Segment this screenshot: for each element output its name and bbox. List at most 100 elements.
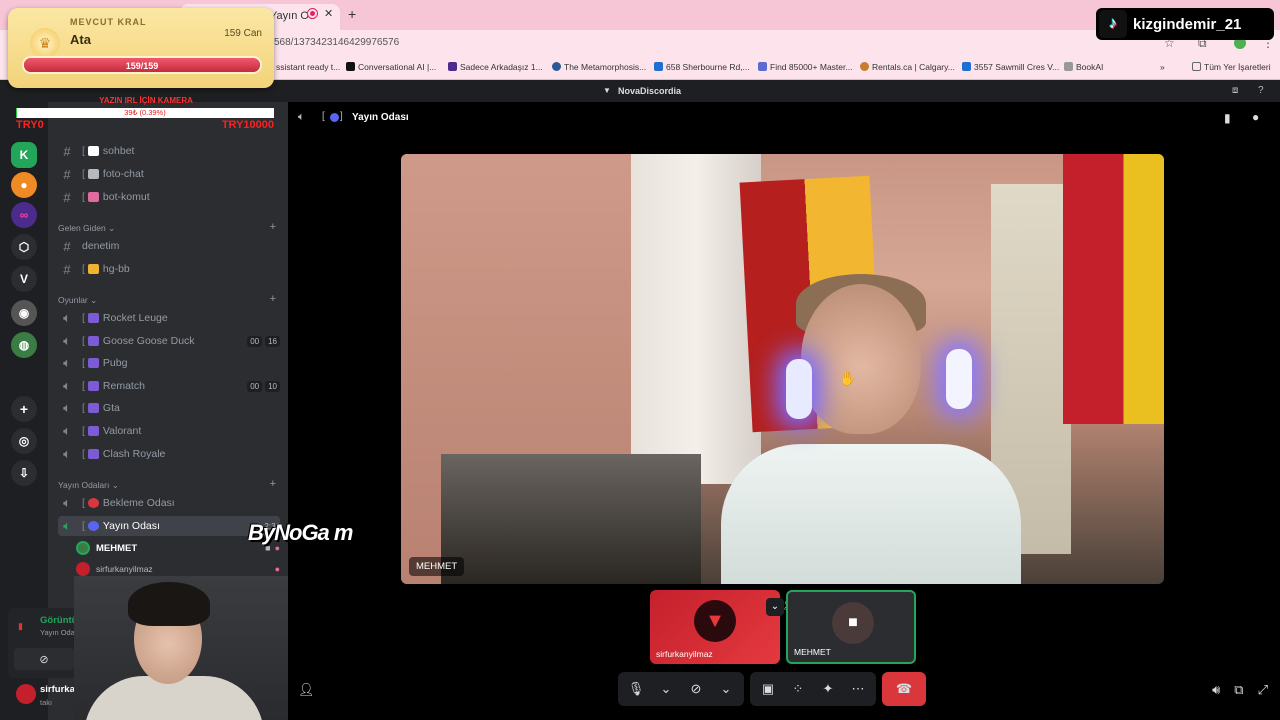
channel-bracket: ] xyxy=(340,111,343,122)
bookmark-item[interactable]: 3557 Sawmill Cres V... xyxy=(962,62,1059,72)
bookmark-item[interactable]: ssistant ready t... xyxy=(276,62,340,72)
camera-options-button[interactable]: ⌄ xyxy=(712,672,740,706)
new-tab-icon[interactable]: + xyxy=(348,6,356,22)
category-gelen-giden[interactable]: Gelen Giden ⌄ xyxy=(58,223,115,234)
gamepad-icon xyxy=(87,381,99,391)
channel-bot-komut[interactable]: #[bot-komut xyxy=(58,187,280,207)
avatar: ▼ xyxy=(694,600,736,642)
bookmark-item[interactable]: BookAI xyxy=(1064,62,1103,72)
inbox-icon[interactable]: ⧈ xyxy=(1232,85,1238,96)
channel-hg-bb[interactable]: #[hg-bb xyxy=(58,259,280,279)
voice-channel-valorant[interactable]: 🔈︎[Valorant xyxy=(58,421,280,441)
bookmark-item[interactable]: Find 85000+ Master... xyxy=(758,62,852,72)
image-icon xyxy=(87,169,99,179)
fullscreen-icon[interactable]: ⤢ xyxy=(1258,682,1268,698)
hash-icon: # xyxy=(63,143,71,159)
activity-control-group: ▣ ⁘ ✦ ⋯ xyxy=(750,672,876,706)
king-hp: 159 Can xyxy=(224,28,262,39)
gamepad-icon xyxy=(87,313,99,323)
url-text[interactable]: 568/1373423146429976576 xyxy=(274,37,399,48)
server-icon[interactable]: ◉ xyxy=(11,300,37,326)
signal-icon: ▮ xyxy=(18,621,23,631)
bookmark-item[interactable]: 658 Sherbourne Rd,... xyxy=(654,62,750,72)
explore-icon[interactable]: ◎ xyxy=(11,428,37,454)
bookmarks-overflow-icon[interactable]: » xyxy=(1160,62,1165,72)
donation-goal: YAZIN IRL İÇİN KAMERA 39₺ (0.39%) TRY0 T… xyxy=(16,96,276,136)
add-channel-icon[interactable]: + xyxy=(270,478,276,490)
server-icon[interactable]: ◍ xyxy=(11,332,37,358)
chevron-down-icon: ⌄ xyxy=(660,681,672,696)
mouse-cursor-icon: ✋ xyxy=(839,370,857,386)
close-tab-icon[interactable]: ✕ xyxy=(324,7,333,20)
speaker-icon: 🔈︎ xyxy=(63,495,71,510)
stage-right-controls: 🔊︎ ⧉ ⤢ xyxy=(1212,682,1268,698)
download-icon[interactable]: ⇩ xyxy=(11,460,37,486)
voice-channel-bekleme-odasi[interactable]: 🔈︎[Bekleme Odası xyxy=(58,493,280,513)
server-icon[interactable]: ● xyxy=(11,172,37,198)
popout-icon[interactable]: ⧉ xyxy=(1234,682,1243,698)
video-person xyxy=(701,274,1031,584)
camera-button[interactable]: ⊘ xyxy=(682,672,710,706)
gamepad-icon xyxy=(87,449,99,459)
voice-channel-rematch[interactable]: 🔈︎[Rematch 00 10 xyxy=(58,376,280,396)
speaker-icon: 🔈︎ xyxy=(63,446,71,461)
voice-channel-clash-royale[interactable]: 🔈︎[Clash Royale xyxy=(58,444,280,464)
chevron-down-icon[interactable]: ⌄ xyxy=(766,598,784,616)
chat-bubble-icon xyxy=(87,146,99,156)
volume-icon[interactable]: 🔊︎ xyxy=(1212,682,1220,698)
video-thumbnail-sirfurkanyilmaz[interactable]: ▼ sirfurkanyilmaz xyxy=(650,590,780,664)
help-icon[interactable]: ? xyxy=(1258,85,1264,96)
screen-share-button[interactable]: ▣ xyxy=(754,672,782,706)
video-thumbnail-mehmet[interactable]: ■ MEHMET xyxy=(786,590,916,664)
voice-channel-goose-goose-duck[interactable]: 🔈︎[Goose Goose Duck 00 16 xyxy=(58,331,280,351)
bookmark-icon[interactable]: ▮ xyxy=(1224,111,1231,125)
mic-options-button[interactable]: ⌄ xyxy=(652,672,680,706)
channel-sohbet[interactable]: #[sohbet xyxy=(58,141,280,161)
main-video-tile[interactable]: ✋ MEHMET xyxy=(401,154,1164,584)
channel-title: Yayın Odası xyxy=(352,112,409,123)
channel-foto-chat[interactable]: #[foto-chat xyxy=(58,164,280,184)
bookmark-item[interactable]: Rentals.ca | Calgary... xyxy=(860,62,955,72)
speaker-icon: 🔈︎ xyxy=(63,423,71,438)
hash-icon: # xyxy=(63,166,71,182)
more-button[interactable]: ⋯ xyxy=(844,672,872,706)
channel-denetim[interactable]: # denetim xyxy=(58,236,280,256)
crown-icon: ♛ xyxy=(30,28,60,58)
hash-icon: # xyxy=(63,261,71,277)
disconnect-button[interactable]: ☎ xyxy=(882,672,926,706)
server-icon[interactable]: ∞ xyxy=(11,202,37,228)
invite-icon[interactable]: 👤︎ xyxy=(298,682,315,698)
bookmark-item[interactable]: The Metamorphosis... xyxy=(552,62,646,72)
apps-button[interactable]: ⁘ xyxy=(784,672,812,706)
gamepad-icon xyxy=(87,336,99,346)
add-channel-icon[interactable]: + xyxy=(270,293,276,305)
chevron-down-icon[interactable]: ▼ xyxy=(603,86,611,95)
voice-channel-pubg[interactable]: 🔈︎[Pubg xyxy=(58,353,280,373)
add-channel-icon[interactable]: + xyxy=(270,221,276,233)
bookmark-item[interactable]: Sadece Arkadaşız 1... xyxy=(448,62,543,72)
server-name[interactable]: NovaDiscordia xyxy=(618,86,681,96)
bookmark-item[interactable]: Conversational AI |... xyxy=(346,62,436,72)
add-server-icon[interactable]: + xyxy=(11,396,37,422)
camera-off-button[interactable]: ⊘ xyxy=(14,648,74,670)
voice-channel-gta[interactable]: 🔈︎[Gta xyxy=(58,398,280,418)
streamer-webcam xyxy=(74,576,288,720)
blue-dot-icon xyxy=(87,521,99,531)
hash-icon: # xyxy=(63,189,71,205)
more-icon: ⋯ xyxy=(851,681,865,696)
soundboard-button[interactable]: ✦ xyxy=(814,672,842,706)
voice-channel-rocket-leuge[interactable]: 🔈︎[Rocket Leuge xyxy=(58,308,280,328)
gamepad-icon xyxy=(87,403,99,413)
voice-channel-yayin-odasi[interactable]: 🔈︎[Yayın Odası 2:33 xyxy=(58,516,280,536)
server-icon[interactable]: V xyxy=(11,266,37,292)
all-bookmarks[interactable]: Tüm Yer İşaretleri xyxy=(1192,62,1271,72)
goal-min: TRY0 xyxy=(16,119,44,131)
category-yayin-odalari[interactable]: Yayın Odaları ⌄ xyxy=(58,480,119,491)
category-oyunlar[interactable]: Oyunlar ⌄ xyxy=(58,295,97,306)
microphone-button[interactable]: 🎙︎ xyxy=(622,672,650,706)
server-icon[interactable]: K xyxy=(11,142,37,168)
chat-icon[interactable]: ● xyxy=(1252,110,1259,124)
server-icon[interactable]: ⬡ xyxy=(11,234,37,260)
avatar[interactable] xyxy=(16,684,36,704)
soundboard-icon: ✦ xyxy=(822,681,834,696)
